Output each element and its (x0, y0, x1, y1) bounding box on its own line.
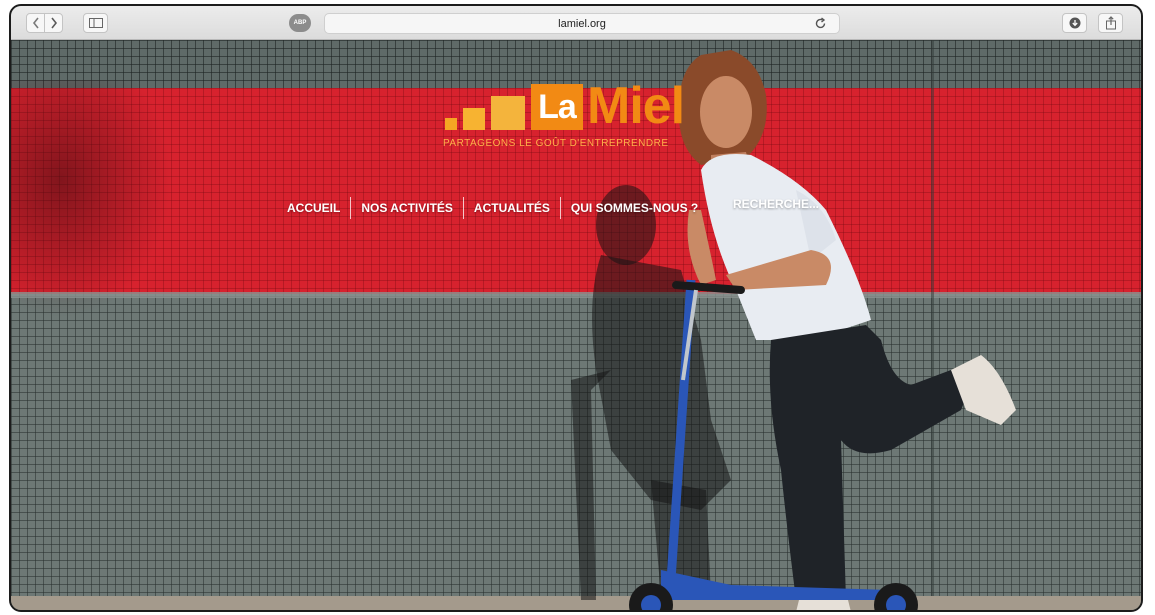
share-button[interactable] (1098, 13, 1123, 33)
sidebar-icon (88, 18, 103, 28)
logo-la-text: La (538, 87, 577, 126)
forward-icon (50, 17, 57, 29)
download-icon (1069, 17, 1080, 29)
forward-button[interactable] (44, 13, 63, 33)
nav-item-actualites[interactable]: ACTUALITÉS (464, 201, 560, 215)
woman-figure (678, 50, 1016, 610)
address-bar[interactable]: lamiel.org (324, 13, 840, 34)
nav-item-qui-sommes-nous[interactable]: QUI SOMMES-NOUS ? (561, 201, 708, 215)
reload-icon[interactable] (814, 17, 827, 30)
main-navigation: ACCUEIL NOS ACTIVITÉS ACTUALITÉS QUI SOM… (277, 194, 708, 222)
url-text: lamiel.org (558, 17, 606, 30)
browser-window: ABP lamiel.org La Miel PARTAGEONS LE GOÛ… (9, 4, 1143, 612)
nav-item-accueil[interactable]: ACCUEIL (277, 201, 350, 215)
back-button[interactable] (26, 13, 45, 33)
browser-toolbar: ABP lamiel.org (11, 6, 1141, 40)
logo-tagline: PARTAGEONS LE GOÛT D'ENTREPRENDRE (443, 138, 669, 149)
logo-square-large (491, 96, 525, 130)
site-logo[interactable]: La Miel PARTAGEONS LE GOÛT D'ENTREPRENDR… (443, 77, 723, 160)
logo-miel-text: Miel (587, 77, 685, 135)
sidebar-toggle-button[interactable] (83, 13, 108, 33)
nav-item-nos-activites[interactable]: NOS ACTIVITÉS (351, 201, 463, 215)
logo-la-box: La (531, 84, 583, 130)
logo-square-medium (463, 108, 485, 130)
share-icon (1105, 16, 1116, 30)
download-button[interactable] (1062, 13, 1087, 33)
back-icon (32, 17, 39, 29)
logo-square-small (445, 118, 457, 130)
adblock-badge[interactable]: ABP (289, 14, 311, 32)
search-link[interactable]: RECHERCHE... (733, 197, 819, 211)
web-page: La Miel PARTAGEONS LE GOÛT D'ENTREPRENDR… (11, 40, 1141, 610)
